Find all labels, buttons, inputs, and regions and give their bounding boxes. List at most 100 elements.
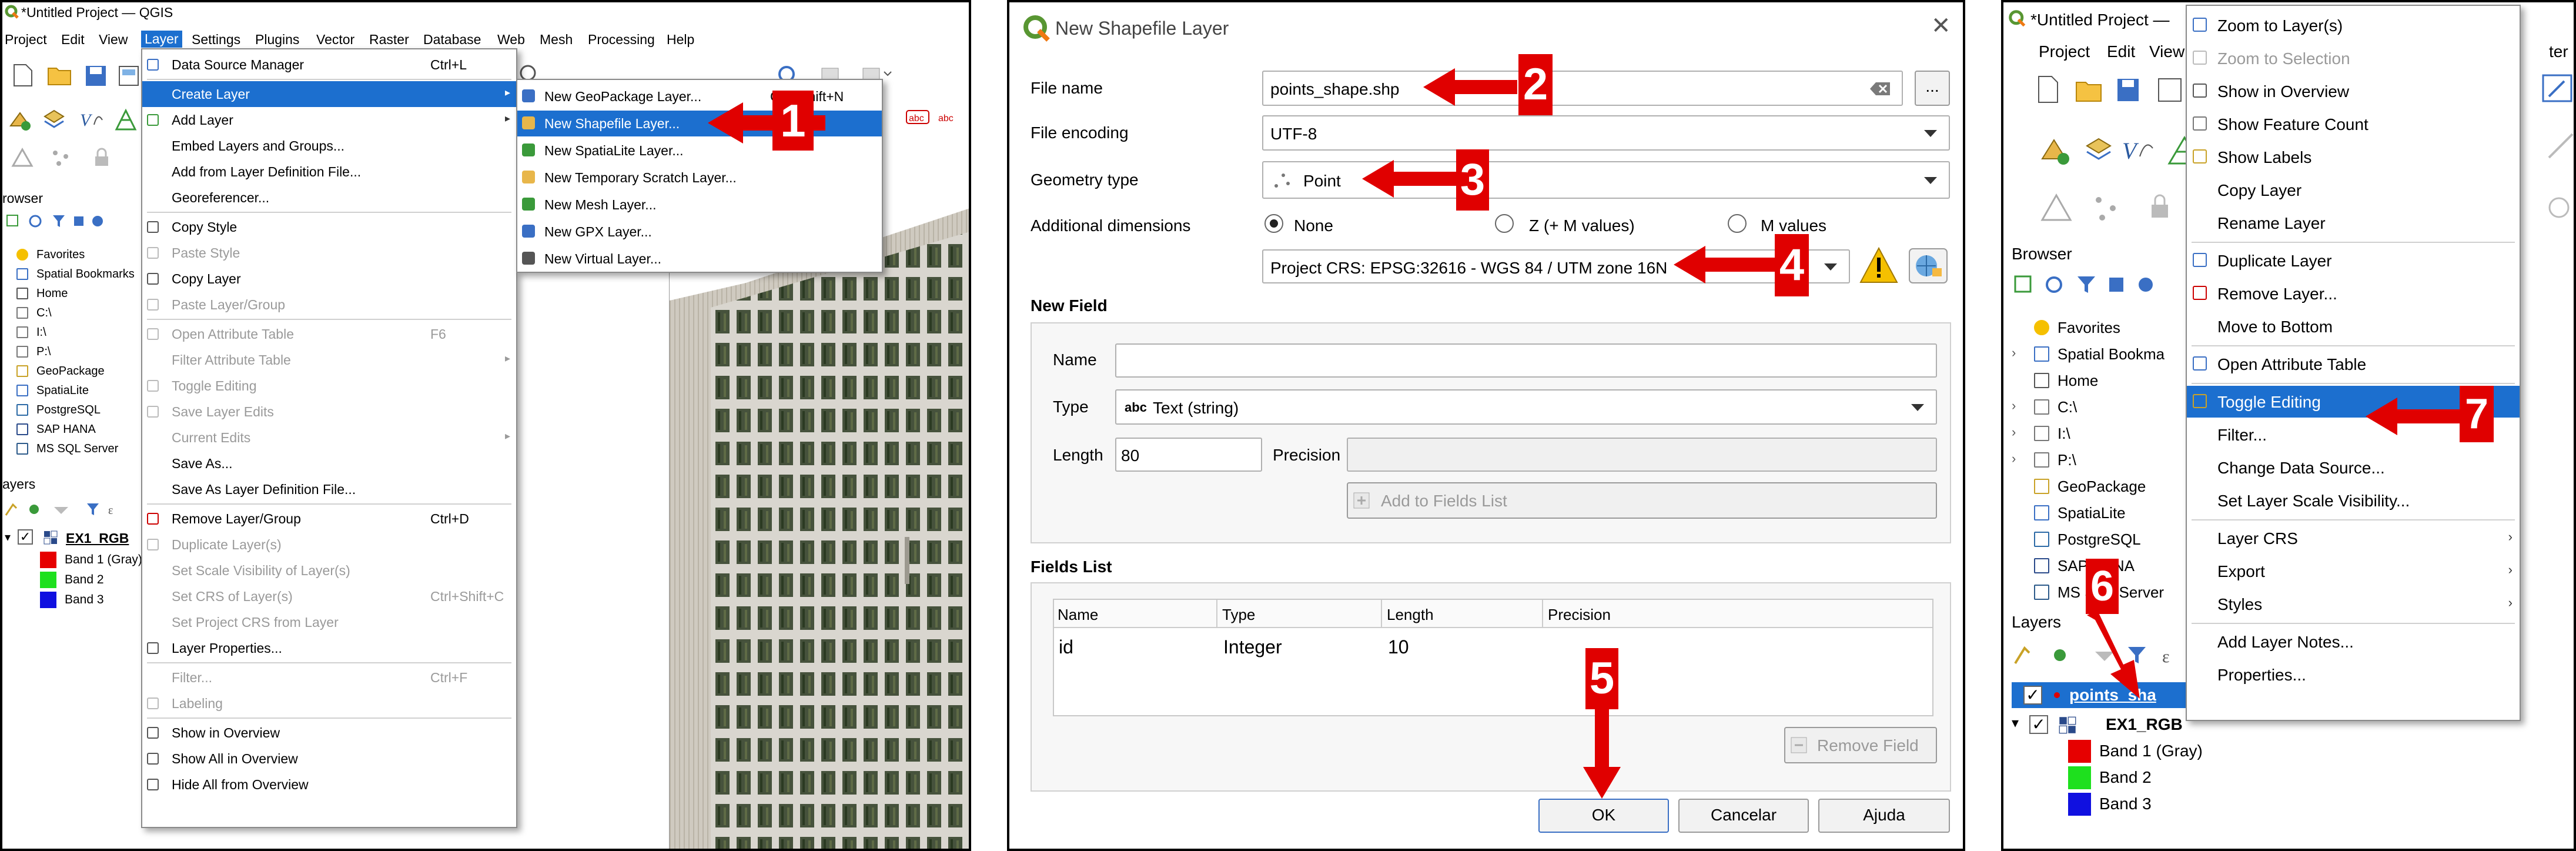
menu-database[interactable]: Database xyxy=(423,33,481,46)
menu-help[interactable]: Help xyxy=(667,33,694,46)
browser-item-spatialite[interactable]: SpatiaLite xyxy=(2012,499,2212,526)
context-menu-item-zoom-to-layer-s[interactable]: Zoom to Layer(s) xyxy=(2187,9,2520,41)
add-to-fields-button[interactable]: Add to Fields List xyxy=(1347,482,1937,519)
context-menu-item-set-layer-scale-visibility[interactable]: Set Layer Scale Visibility... xyxy=(2187,485,2520,516)
column-name[interactable]: Name xyxy=(1058,607,1098,622)
layer-menu-item-copy-style[interactable]: Copy Style xyxy=(142,214,516,240)
create-menu-item-new-gpx-layer[interactable]: New GPX Layer... xyxy=(517,219,882,245)
context-menu-item-move-to-bottom[interactable]: Move to Bottom xyxy=(2187,311,2520,342)
layer-menu-item-embed-layers-and-groups[interactable]: Embed Layers and Groups... xyxy=(142,133,516,159)
help-button[interactable]: Ajuda xyxy=(1818,799,1950,833)
menu-project[interactable]: Project xyxy=(2039,44,2090,60)
remove-field-button[interactable]: Remove Field xyxy=(1784,727,1937,763)
layer-menu-item-set-scale-visibility-of-layer-s[interactable]: Set Scale Visibility of Layer(s) xyxy=(142,558,516,583)
layer-menu-item-filter[interactable]: Filter... Ctrl+F xyxy=(142,665,516,690)
layer-menu-item-data-source-manager[interactable]: Data Source Manager Ctrl+L xyxy=(142,52,516,78)
menu-plugins[interactable]: Plugins xyxy=(255,33,299,46)
layer-menu-item-set-project-crs-from-layer[interactable]: Set Project CRS from Layer xyxy=(142,609,516,635)
browser-item-sap-hana[interactable]: SAP HANA xyxy=(14,419,149,439)
browser-item-postgresql[interactable]: PostgreSQL xyxy=(2012,526,2212,552)
dim-zm-radio[interactable] xyxy=(1495,214,1514,233)
browser-item-postgresql[interactable]: PostgreSQL xyxy=(14,400,149,419)
layer-menu-item-remove-layer-group[interactable]: Remove Layer/Group Ctrl+D xyxy=(142,506,516,532)
expand-arrow-icon[interactable]: ▾ xyxy=(5,532,11,543)
browser-item-ms-sql-server[interactable]: MS SQL Server xyxy=(14,439,149,458)
menu-raster[interactable]: Raster xyxy=(369,33,409,46)
browser-item-i[interactable]: I:\ xyxy=(14,322,149,342)
context-menu-item-properties[interactable]: Properties... xyxy=(2187,659,2520,690)
layer-visibility-checkbox[interactable]: ✓ xyxy=(2029,715,2048,734)
menu-filter-partial[interactable]: ter xyxy=(2549,44,2568,60)
browser-item-i[interactable]: I:\ xyxy=(2012,420,2212,446)
menu-vector[interactable]: Vector xyxy=(316,33,354,46)
create-menu-item-new-virtual-layer[interactable]: New Virtual Layer... xyxy=(517,246,882,272)
create-menu-item-new-temporary-scratch-layer[interactable]: New Temporary Scratch Layer... xyxy=(517,165,882,191)
layer-menu-item-copy-layer[interactable]: Copy Layer xyxy=(142,266,516,292)
layer-menu-item-add-layer[interactable]: Add Layer ▸ xyxy=(142,107,516,133)
new-project-icon[interactable] xyxy=(12,64,34,87)
menu-processing[interactable]: Processing xyxy=(588,33,655,46)
toolbar-row-1-icons[interactable] xyxy=(2035,75,2206,105)
expand-arrow-icon[interactable]: › xyxy=(2012,452,2016,465)
expand-arrow-icon[interactable]: › xyxy=(2012,399,2016,412)
expand-arrow-icon[interactable]: › xyxy=(2012,346,2016,359)
layer-menu-item-save-as-layer-definition-file[interactable]: Save As Layer Definition File... xyxy=(142,476,516,502)
lock-icon[interactable] xyxy=(91,147,114,168)
context-menu-item-show-labels[interactable]: Show Labels xyxy=(2187,141,2520,173)
precision-input[interactable] xyxy=(1347,438,1937,472)
map-canvas[interactable] xyxy=(669,208,969,849)
browser-item-favorites[interactable]: Favorites xyxy=(2012,314,2212,341)
context-menu-item-remove-layer[interactable]: Remove Layer... xyxy=(2187,278,2520,309)
table-row[interactable]: id Integer 10 xyxy=(1054,630,1932,660)
expand-arrow-icon[interactable]: ▾ xyxy=(2012,716,2019,730)
add-delimited-text-icon[interactable]: V xyxy=(79,108,105,132)
menu-view[interactable]: View xyxy=(99,33,128,46)
file-name-input[interactable]: points_shape.shp xyxy=(1262,71,1903,106)
menu-edit[interactable]: Edit xyxy=(61,33,85,46)
layer-menu-item-filter-attribute-table[interactable]: Filter Attribute Table ▸ xyxy=(142,347,516,373)
context-menu-item-export[interactable]: Export › xyxy=(2187,555,2520,587)
label-tool-icon[interactable]: abc xyxy=(905,108,930,126)
layers-toolbar-icons[interactable]: ε xyxy=(5,501,122,518)
create-menu-item-new-shapefile-layer[interactable]: New Shapefile Layer... xyxy=(517,111,882,136)
context-menu-item-change-data-source[interactable]: Change Data Source... xyxy=(2187,452,2520,483)
layer-menu-item-labeling[interactable]: Labeling xyxy=(142,690,516,716)
menu-view[interactable]: View xyxy=(2149,44,2184,60)
create-menu-item-new-geopackage-layer[interactable]: New GeoPackage Layer...Ctrl+Shift+N xyxy=(517,84,882,109)
column-precision[interactable]: Precision xyxy=(1548,607,1611,622)
menu-mesh[interactable]: Mesh xyxy=(540,33,573,46)
toolbar-measure-icon[interactable] xyxy=(2547,132,2576,161)
label-style-icon[interactable]: abc xyxy=(937,108,962,126)
context-menu-item-show-feature-count[interactable]: Show Feature Count xyxy=(2187,108,2520,140)
context-menu-item-show-in-overview[interactable]: Show in Overview xyxy=(2187,75,2520,107)
browser-item-home[interactable]: Home xyxy=(14,283,149,303)
browser-item-geopackage[interactable]: GeoPackage xyxy=(2012,473,2212,499)
expand-arrow-icon[interactable]: › xyxy=(2012,426,2016,439)
layer-ex1-rgb-row[interactable]: ▾ ✓ EX1_RGB xyxy=(2,528,143,548)
browser-toolbar-icons[interactable] xyxy=(6,213,106,229)
node-tool-icon[interactable] xyxy=(49,147,75,168)
layer-menu-item-toggle-editing[interactable]: Toggle Editing xyxy=(142,373,516,399)
browse-button[interactable]: ... xyxy=(1915,71,1950,106)
context-menu-item-styles[interactable]: Styles › xyxy=(2187,588,2520,620)
dim-m-radio[interactable] xyxy=(1728,214,1747,233)
layer-menu-item-set-crs-of-layer-s[interactable]: Set CRS of Layer(s) Ctrl+Shift+C xyxy=(142,583,516,609)
file-encoding-select[interactable]: UTF-8 xyxy=(1262,115,1950,151)
cancel-button[interactable]: Cancelar xyxy=(1678,799,1809,833)
digitize-icon[interactable] xyxy=(11,147,34,168)
menu-settings[interactable]: Settings xyxy=(192,33,240,46)
browser-item-c[interactable]: C:\ xyxy=(2012,393,2212,420)
layer-menu-item-save-as[interactable]: Save As... xyxy=(142,450,516,476)
layer-menu-item-show-in-overview[interactable]: Show in Overview xyxy=(142,720,516,746)
context-menu-item-rename-layer[interactable]: Rename Layer xyxy=(2187,207,2520,239)
browser-item-home[interactable]: Home xyxy=(2012,367,2212,393)
layer-menu-item-add-from-layer-definition-file[interactable]: Add from Layer Definition File... xyxy=(142,159,516,185)
field-type-select[interactable]: abc Text (string) xyxy=(1115,389,1937,425)
context-menu-item-zoom-to-selection[interactable]: Zoom to Selection xyxy=(2187,42,2520,74)
layer-menu-item-show-all-in-overview[interactable]: Show All in Overview xyxy=(142,746,516,772)
layer-visibility-checkbox[interactable]: ✓ xyxy=(2023,686,2042,705)
menu-web[interactable]: Web xyxy=(497,33,525,46)
layer-menu-item-open-attribute-table[interactable]: Open Attribute Table F6 xyxy=(142,321,516,347)
column-length[interactable]: Length xyxy=(1387,607,1434,622)
layer-menu-item-duplicate-layer-s[interactable]: Duplicate Layer(s) xyxy=(142,532,516,558)
